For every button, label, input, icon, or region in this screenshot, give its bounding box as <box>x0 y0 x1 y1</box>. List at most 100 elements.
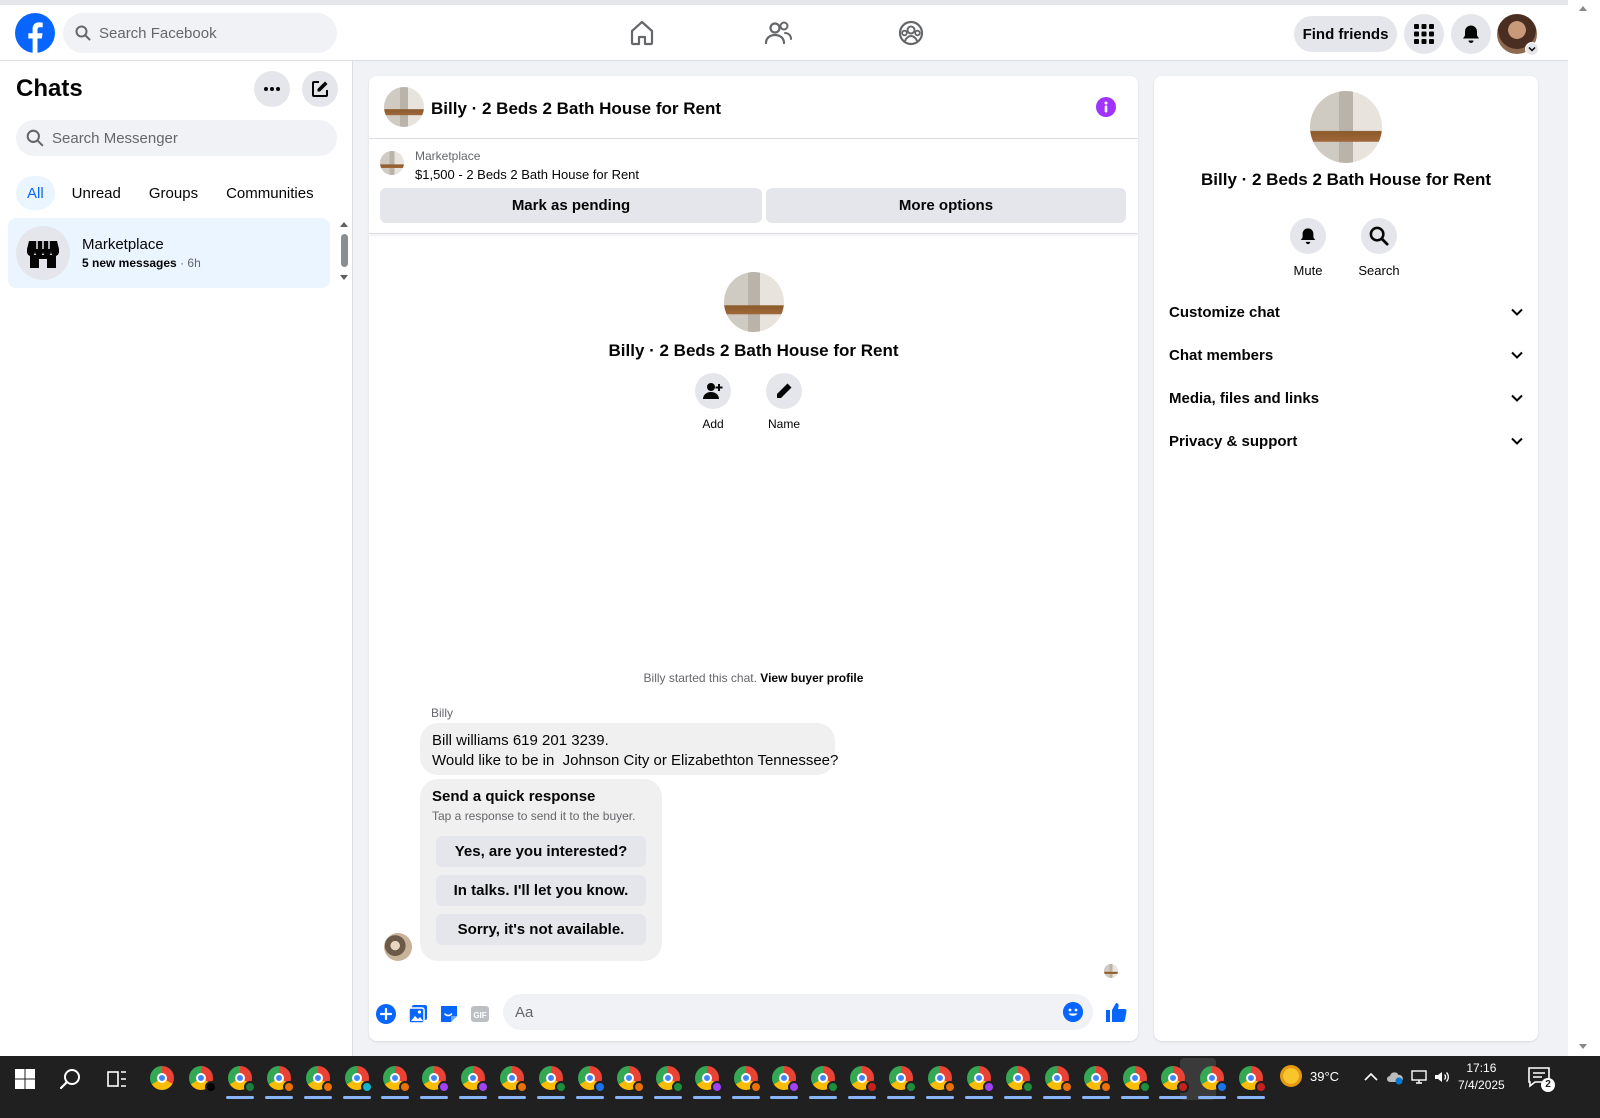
message-bubble[interactable]: Bill williams 619 201 3239. Would like t… <box>420 723 838 775</box>
weather-widget[interactable]: 39°C <box>1280 1065 1339 1087</box>
running-app-indicator <box>654 1096 682 1099</box>
name-label: Name <box>767 417 800 431</box>
chrome-profile-icon[interactable] <box>539 1066 567 1093</box>
chat-options-button[interactable] <box>254 71 290 107</box>
conversation-title[interactable]: Billy · 2 Beds 2 Bath House for Rent <box>431 99 721 119</box>
chrome-profile-icon[interactable] <box>150 1066 174 1090</box>
home-icon[interactable] <box>627 18 657 48</box>
tab-unread[interactable]: Unread <box>61 176 132 210</box>
chrome-profile-icon[interactable] <box>967 1066 995 1093</box>
chrome-profile-icon[interactable] <box>1123 1066 1151 1093</box>
mute-button[interactable]: Mute <box>1278 218 1338 278</box>
facebook-search-input[interactable]: Search Facebook <box>63 13 337 53</box>
task-view-icon[interactable] <box>105 1067 129 1091</box>
friends-icon[interactable] <box>763 18 793 48</box>
thumbs-up-icon[interactable] <box>1105 1000 1127 1024</box>
chrome-profile-icon[interactable] <box>656 1066 684 1093</box>
tab-groups[interactable]: Groups <box>138 176 209 210</box>
conversation-avatar[interactable] <box>384 87 424 127</box>
chrome-profile-icon[interactable] <box>578 1066 606 1093</box>
chrome-profile-icon[interactable] <box>617 1066 645 1093</box>
find-friends-button[interactable]: Find friends <box>1294 16 1397 52</box>
chrome-profile-icon[interactable] <box>928 1066 956 1093</box>
volume-icon[interactable] <box>1433 1068 1451 1086</box>
search-in-conversation-button[interactable]: Search <box>1349 218 1409 278</box>
quick-response-not-available-button[interactable]: Sorry, it's not available. <box>436 914 646 945</box>
gif-icon[interactable]: GIF <box>469 1003 491 1025</box>
running-app-indicator <box>1237 1096 1265 1099</box>
chrome-profile-icon[interactable] <box>1239 1066 1267 1093</box>
sticker-icon[interactable] <box>438 1003 460 1025</box>
chat-members-section[interactable]: Chat members <box>1169 340 1524 370</box>
chrome-profile-icon[interactable] <box>1084 1066 1112 1093</box>
notification-center-button[interactable]: 2 <box>1527 1066 1555 1092</box>
onedrive-icon[interactable] <box>1386 1068 1404 1086</box>
sidebar-scroll-up-arrow[interactable] <box>340 222 348 227</box>
page-scroll-up-arrow[interactable] <box>1579 6 1587 11</box>
chrome-profile-icon[interactable] <box>1006 1066 1034 1093</box>
edit-name-button[interactable]: Name <box>766 373 803 431</box>
chat-name: Marketplace <box>82 236 164 253</box>
view-buyer-profile-link[interactable]: View buyer profile <box>760 671 863 685</box>
more-options-button[interactable]: More options <box>766 188 1126 223</box>
chrome-profile-icon[interactable] <box>228 1066 256 1093</box>
chrome-profile-icon[interactable] <box>811 1066 839 1093</box>
running-app-indicator <box>304 1096 332 1099</box>
search-icon <box>75 25 91 41</box>
chrome-profile-icon[interactable] <box>383 1066 411 1093</box>
page-scroll-down-arrow[interactable] <box>1579 1044 1587 1049</box>
quick-response-yes-button[interactable]: Yes, are you interested? <box>436 836 646 867</box>
message-input[interactable]: Aa <box>503 994 1093 1030</box>
emoji-icon[interactable] <box>1063 1002 1083 1022</box>
chrome-profile-icon[interactable] <box>695 1066 723 1093</box>
chrome-profile-icon[interactable] <box>1161 1066 1189 1093</box>
privacy-support-section[interactable]: Privacy & support <box>1169 426 1524 456</box>
page-scrollbar[interactable] <box>1568 0 1600 1056</box>
menu-button[interactable] <box>1404 14 1444 54</box>
profile-badge <box>983 1081 995 1093</box>
info-icon[interactable] <box>1096 97 1116 117</box>
chrome-profile-icon[interactable] <box>267 1066 295 1093</box>
chrome-profile-icon[interactable] <box>889 1066 917 1093</box>
search-icon[interactable] <box>59 1067 83 1091</box>
sidebar-scrollbar[interactable] <box>341 234 348 267</box>
chrome-profile-icon[interactable] <box>850 1066 878 1093</box>
groups-icon[interactable] <box>896 18 926 48</box>
notifications-button[interactable] <box>1451 14 1491 54</box>
details-avatar[interactable] <box>1310 91 1382 163</box>
chat-list-item-marketplace[interactable]: Marketplace 5 new messages · 6h <box>8 218 330 288</box>
photo-icon[interactable] <box>407 1003 429 1025</box>
listing-price-title[interactable]: $1,500 - 2 Beds 2 Bath House for Rent <box>415 167 639 182</box>
media-files-links-section[interactable]: Media, files and links <box>1169 383 1524 413</box>
chrome-profile-icon[interactable] <box>461 1066 489 1093</box>
chrome-profile-icon[interactable] <box>1200 1066 1228 1093</box>
chrome-profile-icon[interactable] <box>189 1066 217 1093</box>
chrome-profile-icon[interactable] <box>1045 1066 1073 1093</box>
facebook-logo-icon[interactable] <box>15 13 55 53</box>
messenger-search-input[interactable]: Search Messenger <box>16 120 337 156</box>
chrome-profile-icon[interactable] <box>422 1066 450 1093</box>
add-people-button[interactable]: Add <box>695 373 732 431</box>
tab-all[interactable]: All <box>16 176 55 210</box>
chrome-profile-icon[interactable] <box>345 1066 373 1093</box>
chevron-up-icon[interactable] <box>1362 1068 1380 1086</box>
running-app-indicator <box>693 1096 721 1099</box>
listing-thumbnail[interactable] <box>380 151 404 175</box>
mark-as-pending-button[interactable]: Mark as pending <box>380 188 762 223</box>
new-message-button[interactable] <box>302 71 338 107</box>
account-avatar[interactable] <box>1497 14 1539 56</box>
sender-avatar[interactable] <box>384 933 412 961</box>
system-clock[interactable]: 17:16 7/4/2025 <box>1458 1060 1505 1094</box>
windows-start-icon[interactable] <box>13 1067 37 1091</box>
plus-circle-icon[interactable] <box>375 1003 397 1025</box>
chrome-profile-icon[interactable] <box>734 1066 762 1093</box>
chrome-profile-icon[interactable] <box>306 1066 334 1093</box>
customize-chat-section[interactable]: Customize chat <box>1169 297 1524 327</box>
chrome-profile-icon[interactable] <box>772 1066 800 1093</box>
network-icon[interactable] <box>1410 1068 1428 1086</box>
tab-communities[interactable]: Communities <box>215 176 325 210</box>
chrome-profile-icon[interactable] <box>500 1066 528 1093</box>
quick-response-in-talks-button[interactable]: In talks. I'll let you know. <box>436 875 646 906</box>
profile-badge <box>477 1081 489 1093</box>
sidebar-scroll-down-arrow[interactable] <box>340 275 348 280</box>
